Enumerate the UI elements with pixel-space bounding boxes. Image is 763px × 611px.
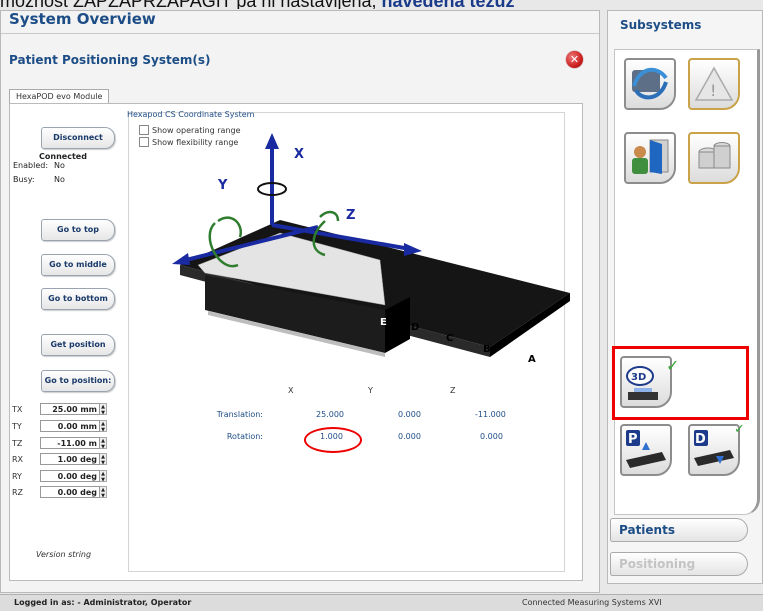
network-tile[interactable] [624, 58, 676, 110]
checkbox-box[interactable] [139, 137, 149, 147]
close-button[interactable]: ✕ [566, 51, 583, 68]
section-title: Patient Positioning System(s) [9, 53, 211, 67]
highlight-box [612, 346, 749, 420]
field-rx: RX 1.00 deg ▲ ▼ [12, 452, 107, 466]
marker-e: E [380, 317, 387, 328]
field-label: RX [12, 454, 24, 464]
top-banner: moznost ZAPZAPRZAPAGIT pa ni nastavijena… [0, 0, 763, 9]
go-to-position-button[interactable]: Go to position: [41, 370, 115, 392]
x-axis-arrowhead [265, 133, 279, 149]
patient-unload-tile[interactable]: D [688, 424, 740, 476]
d-badge-text: D [695, 432, 706, 447]
enabled-label: Enabled: [13, 161, 49, 170]
translation-z-value: -11.000 [475, 410, 506, 419]
field-label: TY [12, 421, 22, 431]
version-string: Version string [36, 550, 92, 559]
top-banner-suffix: navedena tezuz [382, 0, 515, 9]
database-tile[interactable] [688, 132, 740, 184]
rotation-y-upper-icon [217, 216, 243, 238]
checkmark-icon: ✓ [734, 422, 745, 437]
marker-a: A [528, 354, 536, 365]
rotation-z-value: 0.000 [480, 432, 503, 441]
field-label: RZ [12, 487, 24, 497]
spinner-arrows-icon[interactable]: ▲ ▼ [100, 486, 107, 499]
window-title: System Overview [9, 10, 156, 28]
tx-input[interactable]: 25.00 mm [40, 403, 100, 415]
translation-y-value: 0.000 [398, 410, 421, 419]
get-position-button[interactable]: Get position [41, 334, 115, 356]
coordinate-system-title: Hexapod CS Coordinate System [127, 110, 255, 119]
title-divider [1, 33, 599, 34]
patient-unload-icon: D [694, 430, 734, 466]
axis-label-y: Y [217, 178, 228, 193]
busy-value: No [54, 175, 65, 184]
top-banner-prefix: moznost ZAPZAPRZAPAGIT pa ni nastavijena… [0, 0, 382, 9]
column-header-x: X [288, 386, 294, 395]
hexapod-diagram: X Y Z A B C D E [172, 133, 570, 365]
field-tx: TX 25.00 mm ▲ ▼ [12, 402, 107, 416]
spinner-arrows-icon[interactable]: ▲ ▼ [100, 470, 107, 483]
column-header-z: Z [450, 386, 456, 395]
tab-hexapod-module[interactable]: HexaPOD evo Module [9, 89, 110, 104]
enabled-value: No [54, 161, 65, 170]
go-to-middle-button[interactable]: Go to middle [41, 254, 115, 276]
go-to-top-button[interactable]: Go to top [41, 219, 115, 241]
connection-status: Connected [39, 152, 87, 161]
connected-systems-text: Connected Measuring Systems XVI [522, 598, 662, 607]
translation-label: Translation: [216, 410, 263, 419]
rotation-label: Rotation: [226, 432, 263, 441]
subsystems-title: Subsystems [620, 18, 702, 32]
warning-tile[interactable]: ! [688, 58, 740, 110]
translation-x-value: 25.000 [316, 410, 344, 419]
marker-d: D [411, 322, 419, 333]
axis-label-x: X [294, 147, 304, 162]
field-ty: TY 0.00 mm ▲ ▼ [12, 419, 107, 433]
user-exit-tile[interactable] [624, 132, 676, 184]
database-icon [698, 142, 731, 169]
field-ry: RY 0.00 deg ▲ ▼ [12, 469, 107, 483]
busy-label: Busy: [13, 175, 35, 184]
column-header-y: Y [368, 386, 373, 395]
highlight-circle [304, 427, 362, 453]
p-badge-text: P [628, 432, 638, 447]
spinner-arrows-icon[interactable]: ▲ ▼ [100, 453, 107, 466]
checkbox-box[interactable] [139, 125, 149, 135]
rotation-y-value: 0.000 [398, 432, 421, 441]
status-bar: Logged in as: - Administrator, Operator … [0, 594, 763, 611]
logged-in-text: Logged in as: - Administrator, Operator [14, 598, 192, 607]
patient-load-tile[interactable]: P [620, 424, 672, 476]
tz-input[interactable]: -11.00 m [40, 437, 100, 449]
marker-c: C [446, 333, 453, 344]
patients-button[interactable]: Patients [610, 518, 748, 542]
ry-input[interactable]: 0.00 deg [40, 470, 100, 482]
field-label: RY [12, 471, 22, 481]
field-rz: RZ 0.00 deg ▲ ▼ [12, 485, 107, 499]
positioning-button[interactable]: Positioning [610, 552, 748, 576]
y-axis-arrowhead [172, 253, 190, 265]
ty-input[interactable]: 0.00 mm [40, 420, 100, 432]
marker-b: B [483, 344, 491, 355]
spinner-arrows-icon[interactable]: ▲ ▼ [100, 403, 107, 416]
axis-label-z: Z [346, 208, 355, 223]
go-to-bottom-button[interactable]: Go to bottom [41, 288, 115, 310]
svg-text:!: ! [710, 81, 716, 100]
network-icon [632, 67, 668, 100]
rotation-z-upper-icon [319, 210, 340, 222]
field-tz: TZ -11.00 m ▲ ▼ [12, 436, 107, 450]
field-label: TZ [12, 438, 23, 448]
field-label: TX [12, 404, 23, 414]
disconnect-button[interactable]: Disconnect [41, 127, 115, 149]
rx-input[interactable]: 1.00 deg [40, 453, 100, 465]
spinner-arrows-icon[interactable]: ▲ ▼ [100, 420, 107, 433]
patient-load-icon: P [626, 430, 666, 468]
warning-icon: ! [694, 66, 734, 101]
spinner-arrows-icon[interactable]: ▲ ▼ [100, 437, 107, 450]
user-exit-icon [632, 139, 669, 174]
rz-input[interactable]: 0.00 deg [40, 486, 100, 498]
